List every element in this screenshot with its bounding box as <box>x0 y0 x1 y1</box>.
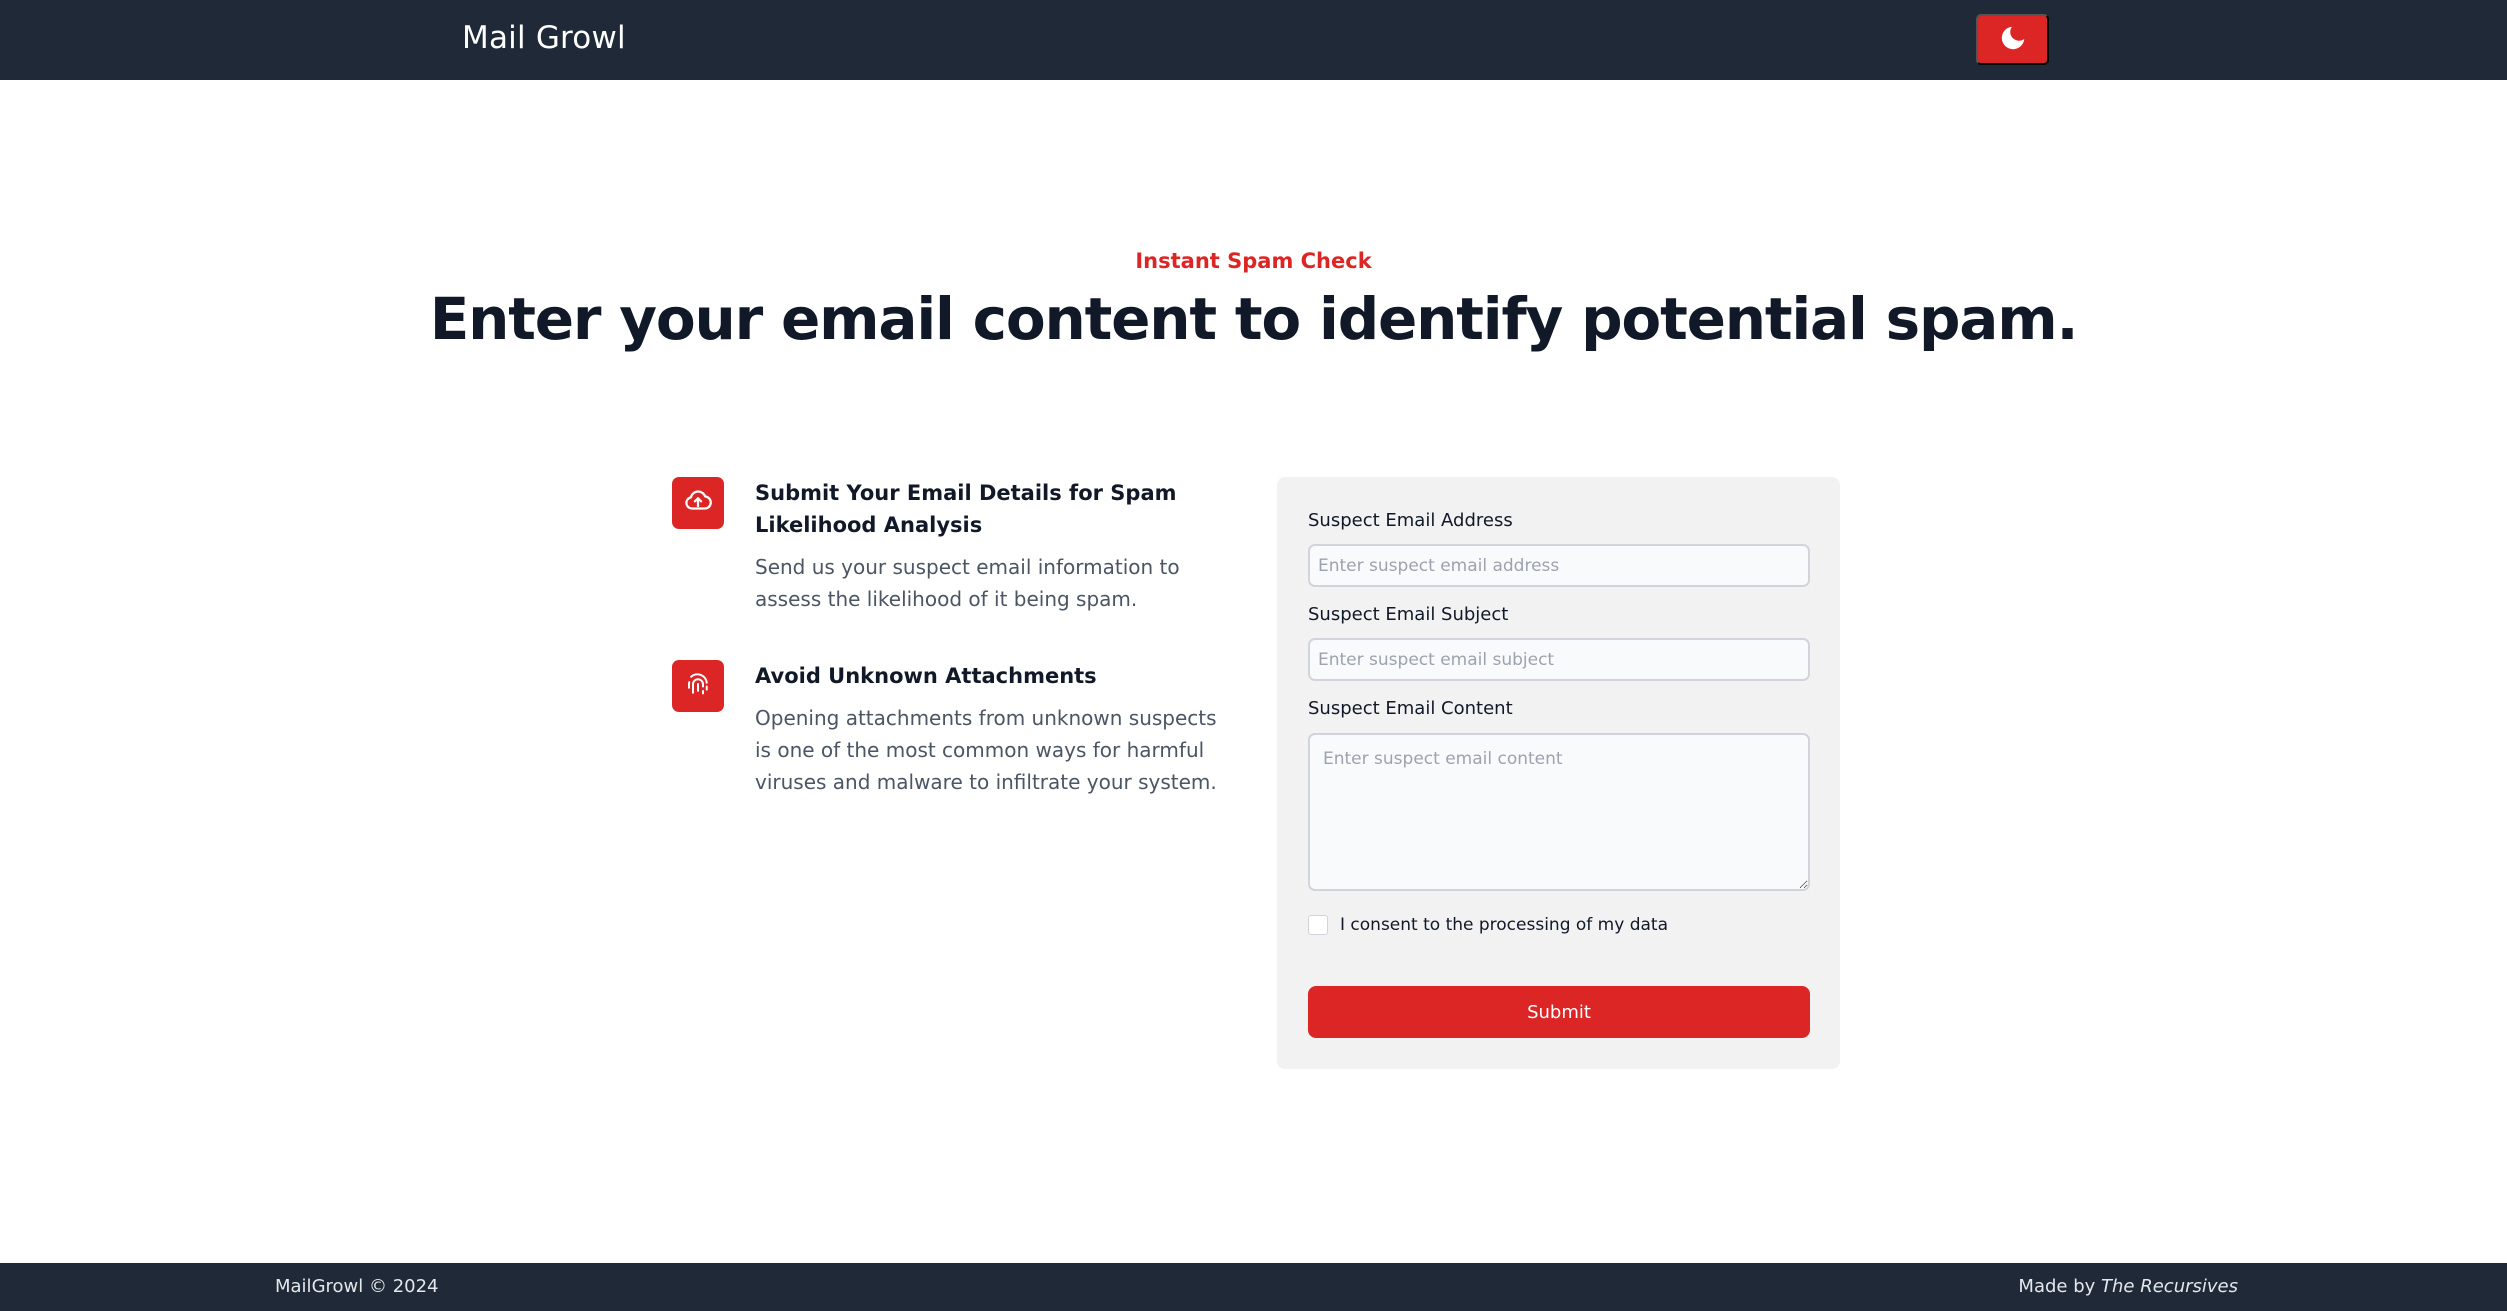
theme-toggle-button[interactable] <box>1976 14 2049 65</box>
feature-description: Opening attachments from unknown suspect… <box>755 706 1217 794</box>
email-subject-input[interactable] <box>1308 638 1810 681</box>
email-address-label: Suspect Email Address <box>1308 510 1513 531</box>
submit-button[interactable]: Submit <box>1308 986 1810 1038</box>
copyright-text: MailGrowl © 2024 <box>275 1276 439 1297</box>
feature-title: Avoid Unknown Attachments <box>755 664 1097 688</box>
moon-icon <box>1998 23 2028 56</box>
cloud-upload-icon <box>683 486 713 520</box>
consent-label[interactable]: I consent to the processing of my data <box>1340 915 1668 935</box>
feature-icon-box <box>672 660 724 712</box>
feature-icon-box <box>672 477 724 529</box>
feature-description: Send us your suspect email information t… <box>755 555 1180 611</box>
email-subject-label: Suspect Email Subject <box>1308 604 1509 625</box>
page-footer: MailGrowl © 2024 Made by The Recursives <box>0 1263 2507 1311</box>
page-headline: Enter your email content to identify pot… <box>429 285 2079 353</box>
email-content-textarea[interactable] <box>1308 733 1810 891</box>
made-by-prefix: Made by <box>2018 1276 2096 1297</box>
spam-check-form: Suspect Email Address Suspect Email Subj… <box>1277 477 1840 1069</box>
fingerprint-icon <box>683 669 713 703</box>
brand-logo-text[interactable]: Mail Growl <box>462 20 626 56</box>
section-eyebrow: Instant Spam Check <box>1135 249 1372 273</box>
credits-text: Made by The Recursives <box>2018 1276 2238 1297</box>
email-content-label: Suspect Email Content <box>1308 698 1513 719</box>
consent-row: I consent to the processing of my data <box>1308 915 1668 935</box>
consent-checkbox[interactable] <box>1308 915 1328 935</box>
email-address-input[interactable] <box>1308 544 1810 587</box>
made-by-name: The Recursives <box>2101 1276 2238 1297</box>
feature-title: Submit Your Email Details for Spam Likel… <box>755 481 1177 537</box>
top-navbar: Mail Growl <box>0 0 2507 80</box>
